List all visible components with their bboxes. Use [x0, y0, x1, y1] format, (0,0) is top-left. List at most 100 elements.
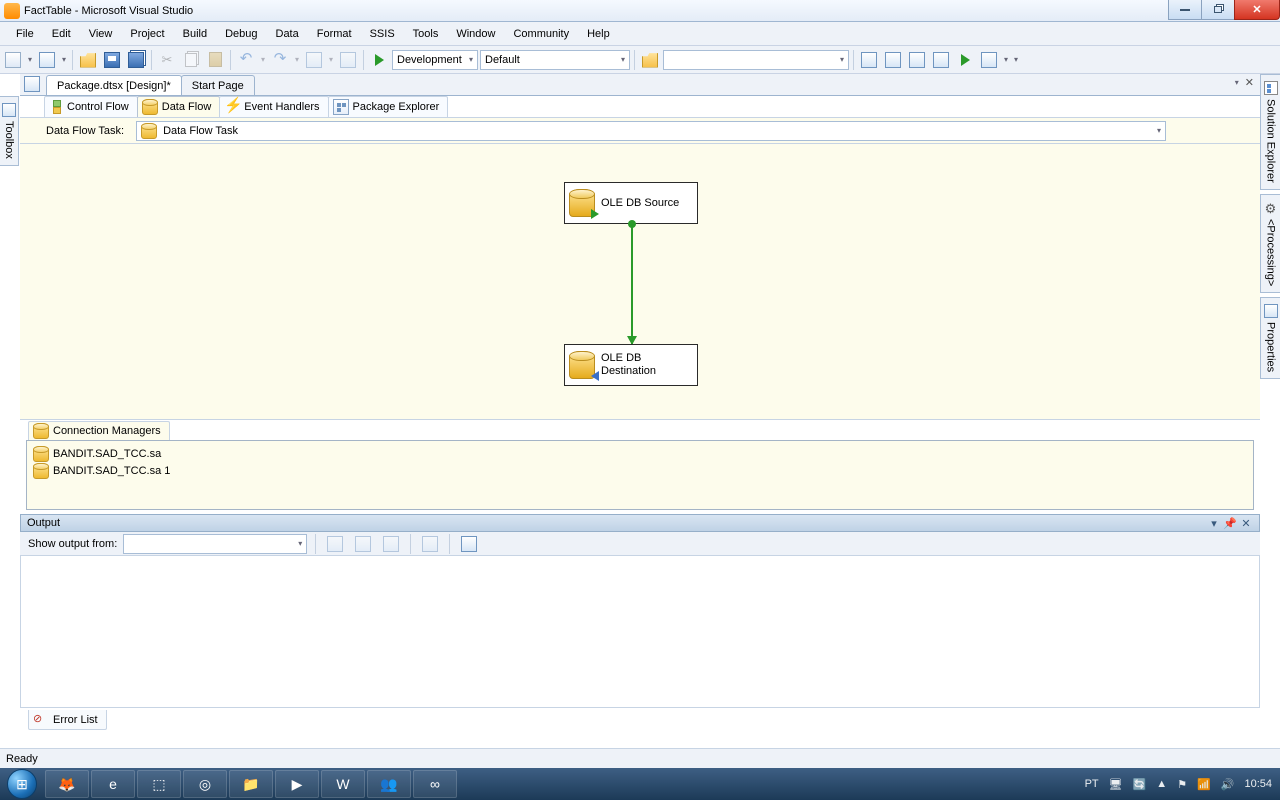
menu-debug[interactable]: Debug [217, 25, 265, 43]
undo-button[interactable] [235, 49, 257, 71]
output-panel-header[interactable]: Output ▾ 📌 ✕ [20, 514, 1260, 532]
tab-close-button[interactable]: ✕ [1245, 76, 1254, 89]
copy-button[interactable] [180, 49, 202, 71]
tab-list-dropdown[interactable] [1233, 78, 1241, 87]
nav-fwd-button[interactable] [337, 49, 359, 71]
solution-explorer-tab[interactable]: Solution Explorer [1260, 74, 1280, 190]
ssis-btn-6-dropdown[interactable] [1002, 55, 1010, 64]
menu-community[interactable]: Community [505, 25, 577, 43]
tab-control-flow[interactable]: Control Flow [44, 96, 138, 117]
start-debug-button[interactable] [368, 49, 390, 71]
properties-tab[interactable]: Properties [1260, 297, 1280, 379]
paste-button[interactable] [204, 49, 226, 71]
data-flow-canvas[interactable]: OLE DB Source OLE DBDestination [20, 144, 1260, 420]
taskbar-firefox[interactable]: 🦊 [45, 770, 89, 798]
data-flow-path[interactable] [631, 224, 633, 344]
menu-window[interactable]: Window [448, 25, 503, 43]
ssis-btn-3[interactable] [906, 49, 928, 71]
new-project-button[interactable] [2, 49, 24, 71]
output-find-msg-button[interactable] [324, 533, 346, 555]
error-list-tab[interactable]: ⊘Error List [28, 710, 107, 730]
ole-db-source-node[interactable]: OLE DB Source [564, 182, 698, 224]
minimize-button[interactable] [1168, 0, 1202, 20]
output-clear-button[interactable] [419, 533, 441, 555]
cut-button[interactable] [156, 49, 178, 71]
redo-button[interactable] [269, 49, 291, 71]
undo-dropdown[interactable] [259, 55, 267, 64]
taskbar-word[interactable]: W [321, 770, 365, 798]
menu-format[interactable]: Format [309, 25, 360, 43]
taskbar-explorer[interactable]: 📁 [229, 770, 273, 798]
output-textarea[interactable] [20, 556, 1260, 708]
menu-build[interactable]: Build [175, 25, 215, 43]
start-button[interactable] [0, 768, 44, 800]
tab-package-dtsx[interactable]: Package.dtsx [Design]* [46, 75, 182, 95]
add-item-button[interactable] [36, 49, 58, 71]
ssis-btn-1[interactable] [858, 49, 880, 71]
output-next-button[interactable] [380, 533, 402, 555]
platform-combo[interactable]: Default▾ [480, 50, 630, 70]
find-combo[interactable]: ▾ [663, 50, 849, 70]
find-button[interactable] [639, 49, 661, 71]
menu-file[interactable]: File [8, 25, 42, 43]
menu-help[interactable]: Help [579, 25, 618, 43]
output-close-button[interactable]: ✕ [1239, 516, 1253, 530]
output-pin-button[interactable]: 📌 [1223, 516, 1237, 530]
tray-icon-2[interactable]: 🔄 [1133, 778, 1147, 791]
toolbox-handle-icon[interactable] [24, 76, 40, 92]
tray-volume-icon[interactable]: 🔊 [1221, 778, 1235, 791]
database-icon [569, 351, 595, 379]
ssis-btn-5[interactable] [954, 49, 976, 71]
tray-flag-icon[interactable]: ⚑ [1177, 778, 1187, 791]
menu-view[interactable]: View [81, 25, 121, 43]
connection-managers-panel[interactable]: BANDIT.SAD_TCC.sa BANDIT.SAD_TCC.sa 1 [26, 440, 1254, 510]
taskbar-app-1[interactable]: ⬚ [137, 770, 181, 798]
save-button[interactable] [101, 49, 123, 71]
tray-network-icon[interactable]: 📶 [1197, 778, 1211, 791]
tab-start-page[interactable]: Start Page [181, 75, 255, 95]
show-output-from-combo[interactable]: ▾ [123, 534, 307, 554]
menu-project[interactable]: Project [122, 25, 172, 43]
taskbar-chrome[interactable]: ◎ [183, 770, 227, 798]
connection-managers-tab[interactable]: Connection Managers [28, 421, 170, 440]
nav-back-dropdown[interactable] [327, 55, 335, 64]
connection-item[interactable]: BANDIT.SAD_TCC.sa 1 [31, 462, 1249, 479]
ssis-btn-2[interactable] [882, 49, 904, 71]
processing-tab[interactable]: <Processing> [1260, 194, 1280, 293]
redo-dropdown[interactable] [293, 55, 301, 64]
tab-data-flow[interactable]: Data Flow [137, 96, 221, 117]
menu-edit[interactable]: Edit [44, 25, 79, 43]
close-button[interactable] [1234, 0, 1280, 20]
save-all-button[interactable] [125, 49, 147, 71]
maximize-button[interactable] [1201, 0, 1235, 20]
menu-ssis[interactable]: SSIS [362, 25, 403, 43]
tab-event-handlers[interactable]: Event Handlers [219, 96, 328, 117]
toolbar-overflow[interactable] [1012, 55, 1020, 64]
taskbar-ie[interactable]: e [91, 770, 135, 798]
toolbox-panel-tab[interactable]: Toolbox [0, 96, 19, 166]
menu-tools[interactable]: Tools [405, 25, 447, 43]
menu-data[interactable]: Data [268, 25, 307, 43]
tab-package-explorer[interactable]: Package Explorer [328, 96, 449, 117]
system-tray[interactable]: PT 🖥 🔄 ▲ ⚑ 📶 🔊 10:54 [1085, 778, 1280, 791]
tray-icon-1[interactable]: 🖥 [1109, 778, 1123, 791]
taskbar-app-2[interactable]: 👥 [367, 770, 411, 798]
output-prev-button[interactable] [352, 533, 374, 555]
open-button[interactable] [77, 49, 99, 71]
data-flow-task-combo[interactable]: Data Flow Task▾ [136, 121, 1166, 141]
ole-db-destination-node[interactable]: OLE DBDestination [564, 344, 698, 386]
config-combo[interactable]: Development▾ [392, 50, 478, 70]
tray-clock[interactable]: 10:54 [1244, 778, 1272, 790]
nav-back-button[interactable] [303, 49, 325, 71]
taskbar-visual-studio[interactable]: ∞ [413, 770, 457, 798]
lang-indicator[interactable]: PT [1085, 778, 1099, 790]
ssis-btn-6[interactable] [978, 49, 1000, 71]
output-wrap-button[interactable] [458, 533, 480, 555]
taskbar-media[interactable]: ▶ [275, 770, 319, 798]
add-item-dropdown[interactable] [60, 55, 68, 64]
connection-item[interactable]: BANDIT.SAD_TCC.sa [31, 445, 1249, 462]
output-window-position-button[interactable]: ▾ [1207, 516, 1221, 530]
new-project-dropdown[interactable] [26, 55, 34, 64]
tray-flag-icon[interactable]: ▲ [1156, 778, 1167, 790]
ssis-btn-4[interactable] [930, 49, 952, 71]
